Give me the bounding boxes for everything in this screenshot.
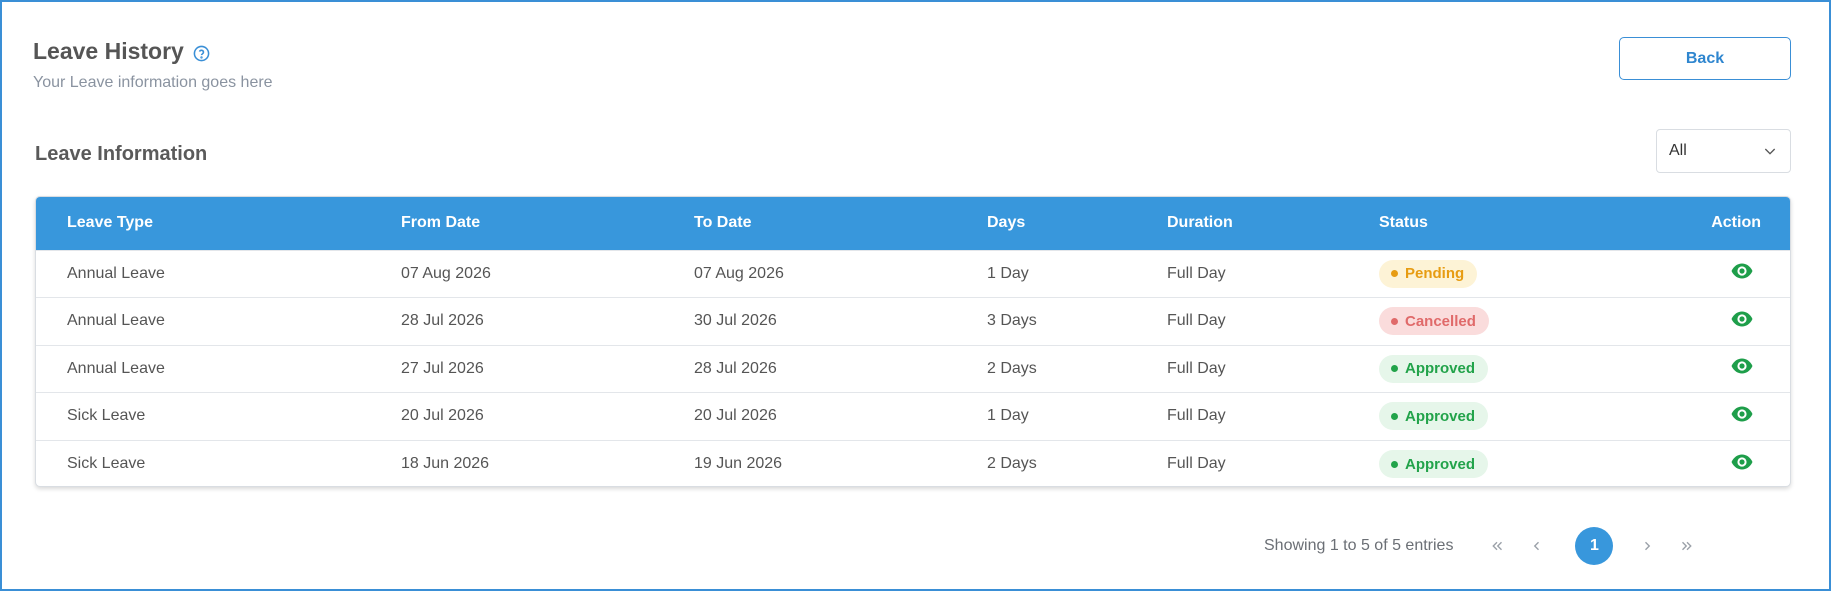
table-header-row: Leave Type From Date To Date Days Durati… — [36, 197, 1790, 250]
cell-days: 1 Day — [987, 264, 1029, 282]
cell-from-date: 07 Aug 2026 — [401, 264, 491, 282]
status-dot — [1391, 412, 1398, 420]
cell-leave-type: Sick Leave — [67, 407, 146, 425]
table-row: Annual Leave 07 Aug 2026 07 Aug 2026 1 D… — [36, 250, 1790, 298]
cell-leave-type: Annual Leave — [67, 312, 165, 330]
cell-days: 2 Days — [987, 359, 1037, 377]
chevron-right-icon[interactable] — [1635, 534, 1659, 558]
chevron-left-icon[interactable] — [1525, 534, 1549, 558]
cell-leave-type: Sick Leave — [67, 455, 146, 472]
column-header-days: Days — [987, 214, 1026, 232]
eye-icon[interactable] — [1730, 402, 1754, 426]
status-badge: Approved — [1379, 354, 1489, 383]
page-button-current[interactable]: 1 — [1575, 527, 1614, 565]
column-header-from-date: From Date — [401, 214, 481, 232]
column-header-leave-type: Leave Type — [67, 214, 153, 232]
cell-duration: Full Day — [1167, 359, 1226, 377]
title-row: Leave History — [33, 38, 273, 65]
status-badge-label: Approved — [1405, 360, 1476, 378]
column-header-status: Status — [1379, 214, 1428, 232]
pagination: Showing 1 to 5 of 5 entries 1 — [1264, 527, 1707, 565]
cell-from-date: 27 Jul 2026 — [401, 359, 484, 377]
cell-days: 2 Days — [987, 455, 1037, 472]
leave-table: Leave Type From Date To Date Days Durati… — [35, 196, 1791, 487]
status-badge-label: Approved — [1405, 455, 1476, 473]
status-badge: Cancelled — [1379, 307, 1489, 336]
eye-icon[interactable] — [1730, 450, 1754, 474]
cell-to-date: 19 Jun 2026 — [694, 455, 783, 472]
section-title: Leave Information — [35, 143, 208, 165]
status-dot — [1391, 365, 1398, 373]
status-badge: Approved — [1379, 402, 1489, 431]
cell-from-date: 28 Jul 2026 — [401, 312, 484, 330]
cell-to-date: 28 Jul 2026 — [694, 359, 777, 377]
table-row: Annual Leave 28 Jul 2026 30 Jul 2026 3 D… — [36, 297, 1790, 346]
cell-days: 1 Day — [987, 407, 1029, 425]
status-dot — [1391, 460, 1398, 468]
status-badge-label: Pending — [1405, 265, 1465, 283]
cell-status: Approved — [1348, 345, 1548, 393]
cell-duration: Full Day — [1167, 264, 1226, 282]
status-badge-label: Cancelled — [1405, 312, 1476, 330]
cell-to-date: 20 Jul 2026 — [694, 407, 777, 425]
column-header-to-date: To Date — [694, 214, 752, 232]
cell-duration: Full Day — [1167, 455, 1226, 472]
cell-to-date: 07 Aug 2026 — [694, 264, 784, 282]
cell-from-date: 20 Jul 2026 — [401, 407, 484, 425]
entries-summary: Showing 1 to 5 of 5 entries — [1264, 537, 1454, 554]
cell-status: Approved — [1348, 440, 1548, 486]
cell-action — [1548, 298, 1790, 346]
cell-duration: Full Day — [1167, 407, 1226, 425]
leave-history-panel: Leave History Your Leave information goe… — [0, 0, 1831, 591]
back-button[interactable]: Back — [1619, 37, 1791, 80]
cell-status: Pending — [1348, 250, 1548, 298]
status-badge-label: Approved — [1405, 407, 1476, 425]
cell-status: Cancelled — [1348, 298, 1548, 346]
table-row: Sick Leave 18 Jun 2026 19 Jun 2026 2 Day… — [36, 440, 1790, 486]
cell-action — [1548, 250, 1790, 298]
cell-action — [1548, 345, 1790, 393]
status-badge: Pending — [1379, 259, 1478, 288]
filter-selected-value: All — [1669, 142, 1687, 159]
chevron-down-icon — [1762, 143, 1778, 159]
cell-duration: Full Day — [1167, 312, 1226, 330]
cell-days: 3 Days — [987, 312, 1037, 330]
table-row: Sick Leave 20 Jul 2026 20 Jul 2026 1 Day… — [36, 392, 1790, 441]
status-badge: Approved — [1379, 450, 1489, 478]
status-dot — [1391, 317, 1398, 325]
page-header: Leave History Your Leave information goe… — [33, 38, 273, 92]
column-header-action: Action — [1711, 214, 1761, 232]
cell-from-date: 18 Jun 2026 — [401, 455, 490, 472]
double-chevron-left-icon[interactable] — [1485, 534, 1509, 558]
cell-leave-type: Annual Leave — [67, 264, 165, 282]
cell-status: Approved — [1348, 393, 1548, 441]
table-row: Annual Leave 27 Jul 2026 28 Jul 2026 2 D… — [36, 345, 1790, 393]
page-title: Leave History — [33, 38, 184, 64]
cell-to-date: 30 Jul 2026 — [694, 312, 777, 330]
eye-icon[interactable] — [1730, 259, 1754, 283]
cell-leave-type: Annual Leave — [67, 359, 165, 377]
double-chevron-right-icon[interactable] — [1675, 534, 1699, 558]
cell-action — [1548, 393, 1790, 441]
status-dot — [1391, 270, 1398, 278]
status-filter-select[interactable]: All — [1656, 129, 1791, 173]
cell-action — [1548, 440, 1790, 486]
help-circle-icon[interactable] — [193, 45, 210, 62]
column-header-duration: Duration — [1167, 214, 1233, 232]
page-subtitle: Your Leave information goes here — [33, 74, 273, 91]
eye-icon[interactable] — [1730, 354, 1754, 378]
eye-icon[interactable] — [1730, 307, 1754, 331]
